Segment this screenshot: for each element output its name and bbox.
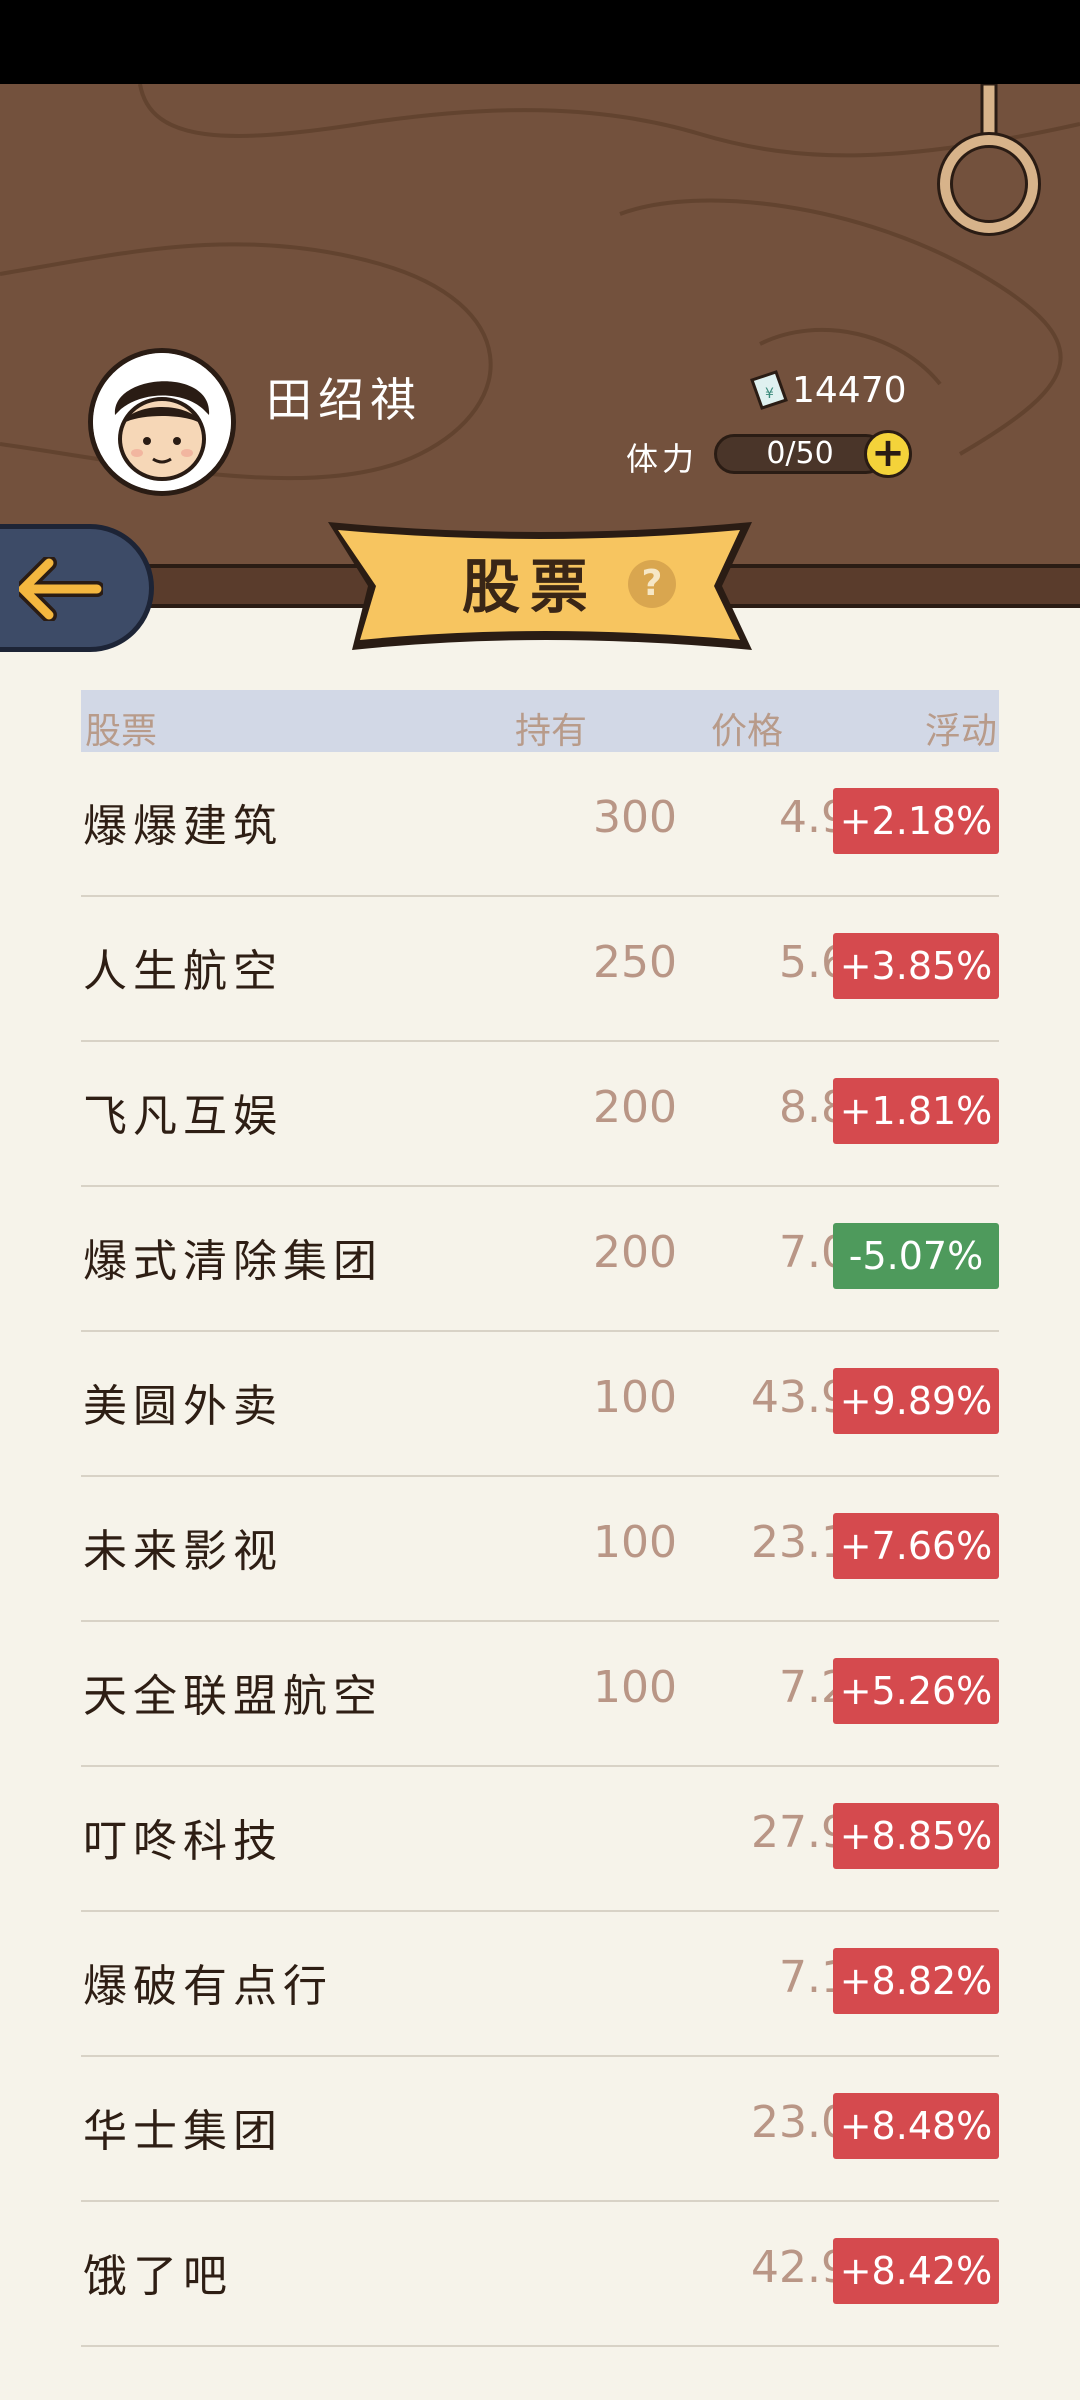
hanging-ring-icon bbox=[937, 84, 1041, 236]
stock-row[interactable]: 爆破有点行 7.11 +8.82% bbox=[81, 1912, 999, 2057]
stock-name: 飞凡互娱 bbox=[83, 1091, 283, 1142]
player-name: 田绍祺 bbox=[266, 373, 422, 427]
stock-row[interactable]: 华士集团 23.00 +8.48% bbox=[81, 2057, 999, 2202]
svg-text:¥: ¥ bbox=[765, 386, 774, 402]
stock-row[interactable]: 爆爆建筑 300 4.96 +2.18% bbox=[81, 752, 999, 897]
stock-name: 爆爆建筑 bbox=[83, 801, 283, 852]
table-header: 股票 持有 价格 浮动 bbox=[81, 690, 999, 752]
stock-change-badge: +5.26% bbox=[833, 1658, 999, 1724]
stock-row[interactable]: 人生航空 250 5.69 +3.85% bbox=[81, 897, 999, 1042]
stock-change-badge: +8.48% bbox=[833, 2093, 999, 2159]
back-arrow-icon bbox=[19, 557, 103, 621]
stock-change-badge: +9.89% bbox=[833, 1368, 999, 1434]
avatar-face-icon bbox=[93, 353, 231, 491]
stock-change-badge: +7.66% bbox=[833, 1513, 999, 1579]
page-title: 股票 bbox=[462, 553, 599, 621]
help-icon[interactable]: ? bbox=[628, 560, 676, 608]
stock-change-badge: +8.85% bbox=[833, 1803, 999, 1869]
status-bar bbox=[0, 0, 1080, 84]
stock-held: 100 bbox=[593, 1662, 677, 1713]
stock-row[interactable]: 美圆外卖 100 43.93 +9.89% bbox=[81, 1332, 999, 1477]
player-avatar[interactable] bbox=[88, 348, 236, 496]
column-header-price: 价格 bbox=[711, 711, 784, 752]
stock-row[interactable]: 未来影视 100 23.19 +7.66% bbox=[81, 1477, 999, 1622]
stock-change-badge: -5.07% bbox=[833, 1223, 999, 1289]
stock-change-badge: +2.18% bbox=[833, 788, 999, 854]
stock-row[interactable]: 饿了吧 42.95 +8.42% bbox=[81, 2202, 999, 2347]
stock-held: 250 bbox=[593, 937, 677, 988]
stock-row[interactable]: 爆式清除集团 200 7.08 -5.07% bbox=[81, 1187, 999, 1332]
column-header-held: 持有 bbox=[515, 711, 588, 752]
stock-held: 200 bbox=[593, 1082, 677, 1133]
stock-row[interactable]: 天全联盟航空 100 7.20 +5.26% bbox=[81, 1622, 999, 1767]
stock-name: 叮咚科技 bbox=[83, 1816, 283, 1867]
money-value: 14470 bbox=[792, 370, 907, 411]
stamina-label: 体力 bbox=[626, 440, 699, 478]
stock-held: 100 bbox=[593, 1517, 677, 1568]
stock-change-badge: +8.82% bbox=[833, 1948, 999, 2014]
stock-name: 人生航空 bbox=[83, 946, 283, 997]
stock-change-badge: +3.85% bbox=[833, 933, 999, 999]
column-header-stock: 股票 bbox=[85, 711, 158, 752]
stock-change-badge: +8.42% bbox=[833, 2238, 999, 2304]
stock-held: 300 bbox=[593, 792, 677, 843]
stock-name: 饿了吧 bbox=[83, 2251, 233, 2302]
stock-name: 爆式清除集团 bbox=[83, 1236, 383, 1287]
stock-held: 100 bbox=[593, 1372, 677, 1423]
stock-name: 天全联盟航空 bbox=[83, 1671, 383, 1722]
column-header-change: 浮动 bbox=[924, 711, 997, 752]
stock-name: 华士集团 bbox=[83, 2106, 283, 2157]
add-stamina-button[interactable]: + bbox=[864, 430, 912, 478]
stock-name: 爆破有点行 bbox=[83, 1961, 333, 2012]
stamina-value: 0/50 bbox=[766, 436, 834, 471]
money-icon: ¥ bbox=[750, 370, 788, 410]
stock-row[interactable]: 叮咚科技 27.95 +8.85% bbox=[81, 1767, 999, 1912]
stock-held: 200 bbox=[593, 1227, 677, 1278]
stock-name: 未来影视 bbox=[83, 1526, 283, 1577]
stock-row[interactable]: 飞凡互娱 200 8.81 +1.81% bbox=[81, 1042, 999, 1187]
stock-name: 美圆外卖 bbox=[83, 1381, 283, 1432]
stock-change-badge: +1.81% bbox=[833, 1078, 999, 1144]
back-button[interactable] bbox=[0, 524, 154, 652]
